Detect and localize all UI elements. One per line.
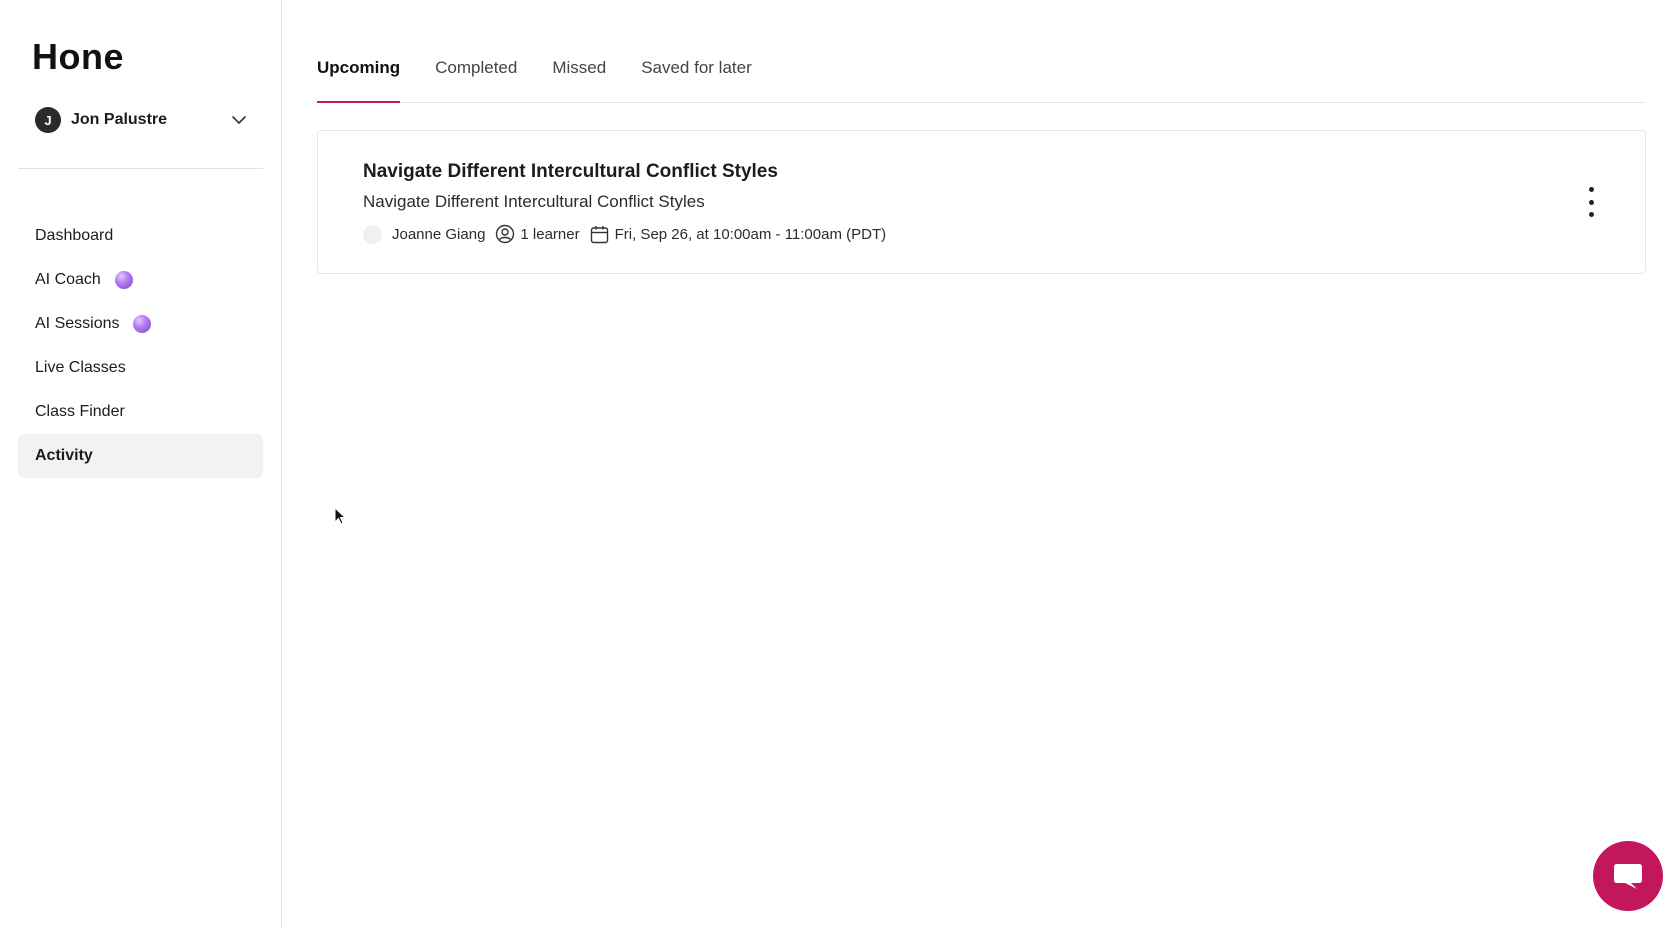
ai-orb-icon bbox=[133, 315, 152, 333]
sidebar-item-dashboard[interactable]: Dashboard bbox=[18, 214, 263, 258]
ai-orb-icon bbox=[114, 271, 133, 289]
sidebar-item-class-finder[interactable]: Class Finder bbox=[18, 390, 263, 434]
calendar-icon bbox=[589, 223, 611, 245]
sidebar-item-label: Dashboard bbox=[35, 227, 114, 244]
mouse-cursor-icon bbox=[334, 507, 346, 525]
sidebar-item-label: AI Coach bbox=[35, 271, 101, 288]
sidebar-item-ai-coach[interactable]: AI Coach bbox=[18, 258, 263, 302]
sidebar-item-label: AI Sessions bbox=[35, 315, 120, 332]
session-card[interactable]: Navigate Different Intercultural Conflic… bbox=[317, 130, 1646, 274]
tab-completed[interactable]: Completed bbox=[435, 48, 517, 102]
session-schedule: Fri, Sep 26, at 10:00am - 11:00am (PDT) bbox=[614, 225, 887, 243]
sidebar-item-label: Class Finder bbox=[35, 403, 125, 420]
main-content: Upcoming Completed Missed Saved for late… bbox=[317, 0, 1646, 928]
more-options-icon[interactable] bbox=[1581, 187, 1601, 217]
app-logo: Hone bbox=[32, 36, 124, 77]
activity-tabs: Upcoming Completed Missed Saved for late… bbox=[317, 48, 1646, 103]
tab-saved-for-later[interactable]: Saved for later bbox=[641, 48, 752, 102]
sidebar-item-label: Live Classes bbox=[35, 359, 126, 376]
user-menu[interactable]: J Jon Palustre bbox=[35, 106, 247, 134]
user-name: Jon Palustre bbox=[71, 111, 168, 128]
sidebar-divider bbox=[18, 168, 263, 169]
learner-count: 1 learner bbox=[520, 225, 580, 243]
host-name: Joanne Giang bbox=[392, 225, 486, 243]
host-avatar bbox=[363, 224, 382, 244]
sidebar-item-activity[interactable]: Activity bbox=[18, 434, 263, 478]
session-title[interactable]: Navigate Different Intercultural Conflic… bbox=[363, 161, 778, 183]
user-avatar: J bbox=[35, 107, 61, 133]
sidebar-nav: Dashboard AI Coach AI Sessions Live Clas… bbox=[18, 214, 263, 478]
user-icon bbox=[494, 223, 516, 245]
chat-bubble-icon bbox=[1614, 864, 1642, 889]
chevron-down-icon[interactable] bbox=[231, 112, 247, 128]
session-meta: Joanne Giang 1 learner Fri, Sep 26, at 1… bbox=[363, 223, 886, 245]
chat-support-button[interactable] bbox=[1593, 841, 1663, 911]
session-subtitle: Navigate Different Intercultural Conflic… bbox=[363, 192, 705, 211]
tab-upcoming[interactable]: Upcoming bbox=[317, 48, 401, 103]
sidebar-item-label: Activity bbox=[35, 447, 93, 464]
tab-missed[interactable]: Missed bbox=[552, 48, 606, 102]
sidebar-item-ai-sessions[interactable]: AI Sessions bbox=[18, 302, 263, 346]
sidebar: Hone J Jon Palustre Dashboard AI Coach A… bbox=[0, 0, 282, 928]
sidebar-item-live-classes[interactable]: Live Classes bbox=[18, 346, 263, 390]
